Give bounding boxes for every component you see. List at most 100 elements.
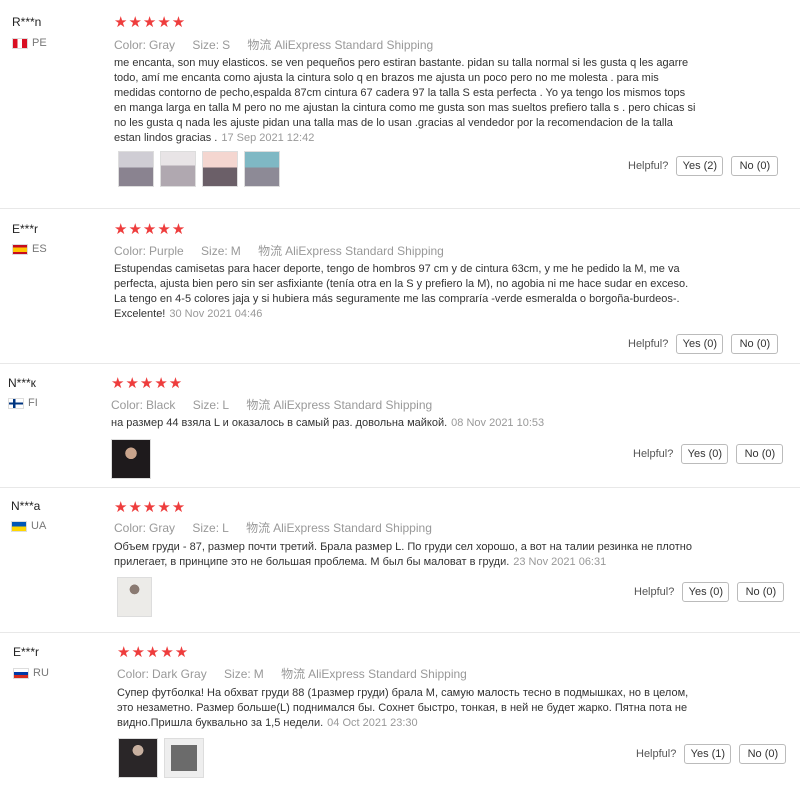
helpful-no-button[interactable]: No (0) xyxy=(736,444,784,464)
shipping-label: 物流 xyxy=(247,38,272,52)
reviewer-country: ES xyxy=(12,243,47,255)
review-item: N***к FI ★★★★★ Color: Black Size: L 物流 AliE… xyxy=(0,363,800,488)
reviewer-name: N***к xyxy=(8,376,36,390)
shipping-value: AliExpress Standard Shipping xyxy=(273,398,433,412)
color-value: Gray xyxy=(149,38,176,52)
helpful-controls: Helpful? Yes (2) No (0) xyxy=(628,156,779,176)
review-text: Estupendas camisetas para hacer deporte,… xyxy=(114,262,694,322)
country-code: RU xyxy=(33,667,49,679)
review-photo[interactable] xyxy=(118,738,158,778)
size-value: S xyxy=(222,38,231,52)
size-label: Size: xyxy=(201,244,228,258)
helpful-controls: Helpful? Yes (0) No (0) xyxy=(628,334,779,354)
review-body: на размер 44 взяла L и оказалось в самый… xyxy=(111,417,448,429)
review-item: E***r RU ★★★★★ Color: Dark Gray Size: M 物流… xyxy=(0,632,800,800)
helpful-controls: Helpful? Yes (1) No (0) xyxy=(636,744,787,764)
helpful-label: Helpful? xyxy=(636,748,677,760)
review-date: 17 Sep 2021 12:42 xyxy=(221,132,315,144)
reviewer-country: RU xyxy=(13,667,49,679)
review-body: me encanta, son muy elasticos. se ven pe… xyxy=(114,57,696,144)
helpful-no-button[interactable]: No (0) xyxy=(739,744,787,764)
helpful-yes-button[interactable]: Yes (0) xyxy=(682,582,730,602)
review-photo[interactable] xyxy=(164,738,204,778)
review-date: 08 Nov 2021 10:53 xyxy=(451,417,545,429)
reviewer-country: PE xyxy=(12,37,47,49)
review-photos xyxy=(118,151,280,187)
size-label: Size: xyxy=(224,667,251,681)
color-label: Color: xyxy=(117,667,150,681)
color-value: Gray xyxy=(149,521,176,535)
review-attributes: Color: Black Size: L 物流 AliExpress Standard… xyxy=(111,396,446,413)
review-item: R***n PE ★★★★★ Color: Gray Size: S 物流 AliEx… xyxy=(0,0,800,209)
size-label: Size: xyxy=(192,398,220,412)
review-photo[interactable] xyxy=(111,439,151,479)
shipping-value: AliExpress Standard Shipping xyxy=(274,38,434,52)
review-attributes: Color: Purple Size: M 物流 AliExpress Standar… xyxy=(114,242,458,259)
color-label: Color: xyxy=(114,244,147,258)
reviewer-name: R***n xyxy=(12,15,42,29)
reviewer-name: N***a xyxy=(11,499,41,513)
review-photos xyxy=(118,738,204,778)
review-photo[interactable] xyxy=(202,151,238,187)
review-photo[interactable] xyxy=(118,151,154,187)
color-value: Dark Gray xyxy=(152,667,207,681)
helpful-yes-button[interactable]: Yes (2) xyxy=(676,156,724,176)
review-photo[interactable] xyxy=(160,151,196,187)
reviewer-country: FI xyxy=(8,397,38,409)
star-rating: ★★★★★ xyxy=(114,221,187,238)
review-text: Супер футболка! На обхват груди 88 (1раз… xyxy=(117,686,707,731)
size-label: Size: xyxy=(192,38,220,52)
review-photo[interactable] xyxy=(244,151,280,187)
flag-finland-icon xyxy=(8,397,24,409)
helpful-yes-button[interactable]: Yes (0) xyxy=(676,334,724,354)
star-rating: ★★★★★ xyxy=(114,14,187,31)
flag-ukraine-icon xyxy=(11,520,27,532)
size-value: L xyxy=(222,521,229,535)
review-photos xyxy=(117,577,152,617)
helpful-controls: Helpful? Yes (0) No (0) xyxy=(633,444,784,464)
country-code: FI xyxy=(28,397,38,409)
shipping-label: 物流 xyxy=(246,398,271,412)
review-date: 30 Nov 2021 04:46 xyxy=(169,308,263,320)
review-item: E***r ES ★★★★★ Color: Purple Size: M 物流 Ali… xyxy=(0,208,800,364)
helpful-no-button[interactable]: No (0) xyxy=(731,156,779,176)
review-text: на размер 44 взяла L и оказалось в самый… xyxy=(111,416,691,431)
color-value: Purple xyxy=(149,244,184,258)
color-value: Black xyxy=(146,398,176,412)
helpful-yes-button[interactable]: Yes (0) xyxy=(681,444,729,464)
flag-russia-icon xyxy=(13,667,29,679)
review-attributes: Color: Gray Size: S 物流 AliExpress Standard … xyxy=(114,36,447,53)
size-value: L xyxy=(222,398,230,412)
size-value: M xyxy=(253,667,264,681)
size-label: Size: xyxy=(192,521,220,535)
review-text: Объем груди - 87, размер почти третий. Б… xyxy=(114,540,714,570)
country-code: PE xyxy=(32,37,47,49)
helpful-no-button[interactable]: No (0) xyxy=(737,582,785,602)
shipping-value: AliExpress Standard Shipping xyxy=(285,244,444,258)
star-rating: ★★★★★ xyxy=(111,375,184,392)
review-attributes: Color: Dark Gray Size: M 物流 AliExpress Stan… xyxy=(117,665,481,682)
helpful-label: Helpful? xyxy=(634,586,675,598)
review-photos xyxy=(111,439,151,479)
helpful-no-button[interactable]: No (0) xyxy=(731,334,779,354)
review-date: 23 Nov 2021 06:31 xyxy=(513,556,607,568)
reviewer-name: E***r xyxy=(12,222,39,236)
size-value: M xyxy=(230,244,241,258)
review-photo[interactable] xyxy=(117,577,152,617)
shipping-label: 物流 xyxy=(246,521,271,535)
star-rating: ★★★★★ xyxy=(114,499,187,516)
review-attributes: Color: Gray Size: L 物流 AliExpress Standard … xyxy=(114,519,446,536)
shipping-label: 物流 xyxy=(258,244,283,258)
helpful-label: Helpful? xyxy=(628,160,669,172)
country-code: ES xyxy=(32,243,47,255)
review-date: 04 Oct 2021 23:30 xyxy=(327,717,418,729)
helpful-label: Helpful? xyxy=(628,338,669,350)
shipping-value: AliExpress Standard Shipping xyxy=(273,521,432,535)
helpful-yes-button[interactable]: Yes (1) xyxy=(684,744,732,764)
helpful-label: Helpful? xyxy=(633,448,674,460)
reviewer-country: UA xyxy=(11,520,46,532)
star-rating: ★★★★★ xyxy=(117,644,190,661)
color-label: Color: xyxy=(114,38,147,52)
color-label: Color: xyxy=(111,398,144,412)
shipping-value: AliExpress Standard Shipping xyxy=(308,667,467,681)
